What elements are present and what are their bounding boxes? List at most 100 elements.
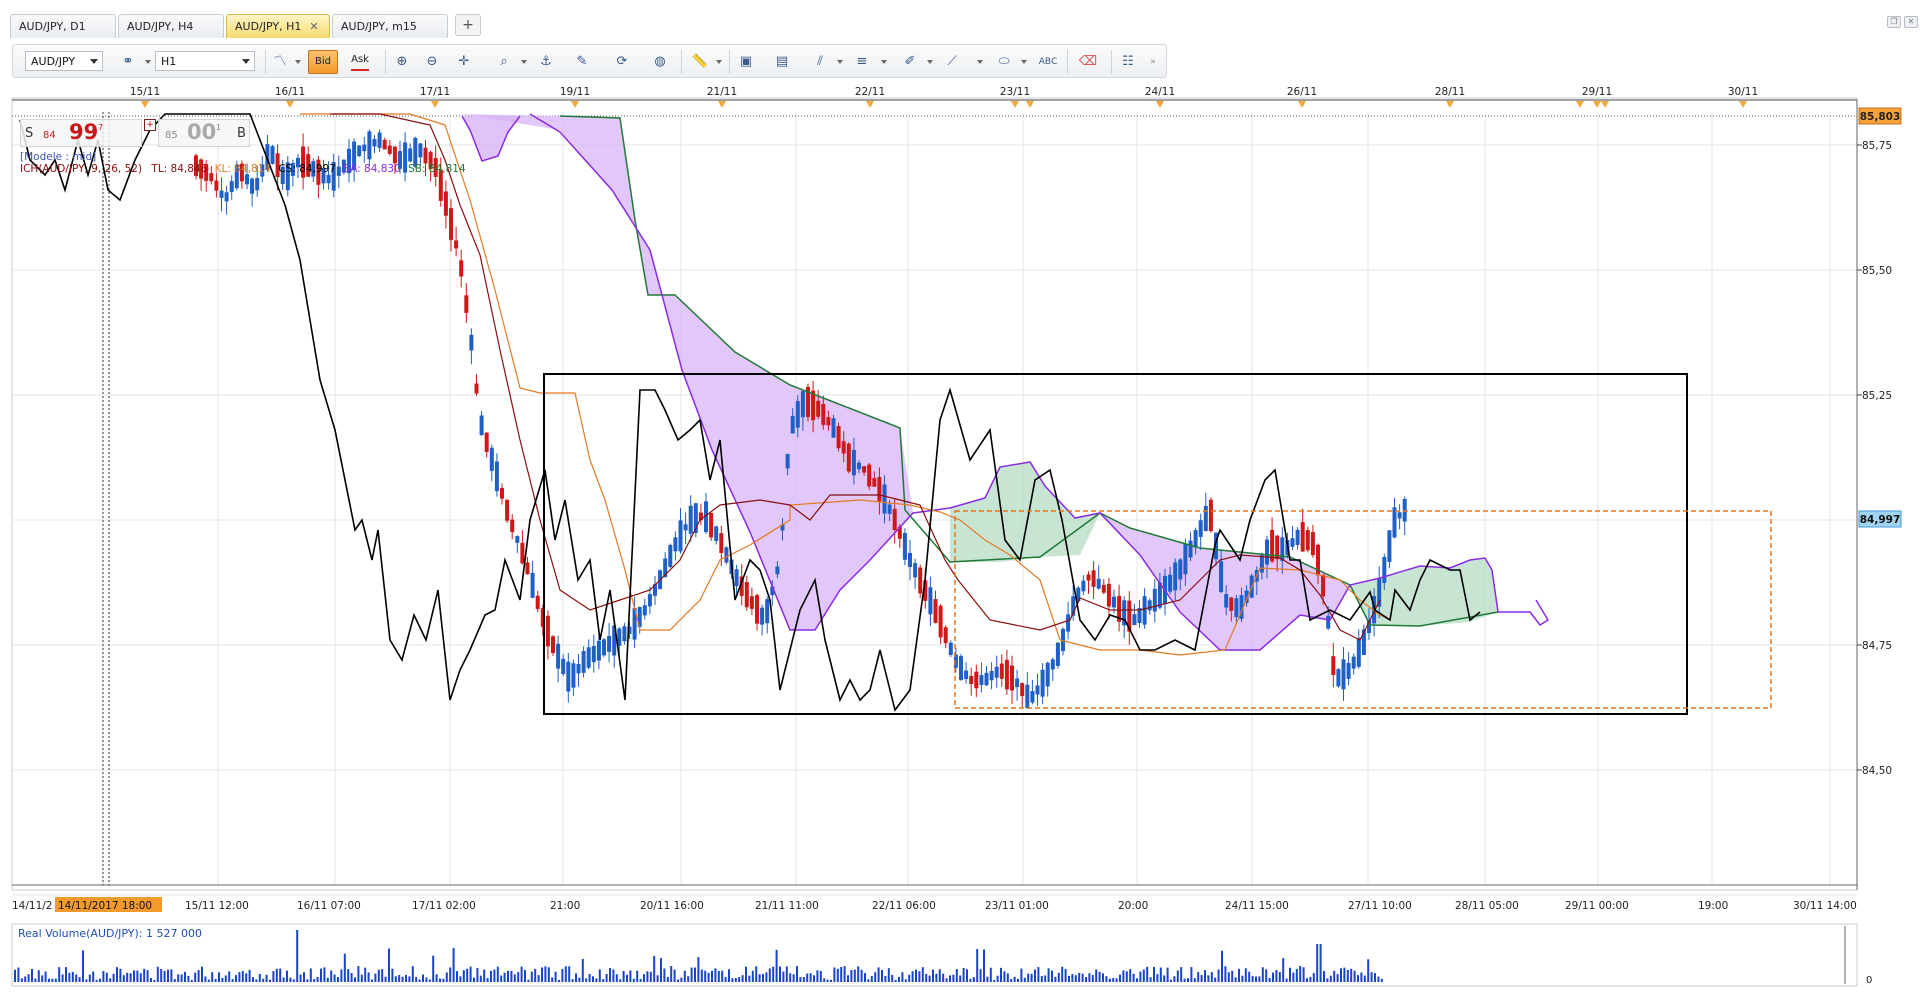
sell-price-big: 99 — [69, 120, 99, 144]
top-date-label: 23/11 — [1000, 86, 1030, 98]
price-chart[interactable]: 15/11 16/11 17/11 19/11 21/11 22/11 23/11 24/11… — [0, 0, 1930, 999]
volume-bar — [588, 973, 591, 982]
volume-bar — [1112, 978, 1115, 982]
candle-body — [377, 132, 382, 148]
volume-bar — [1136, 978, 1138, 982]
candle-body — [892, 508, 897, 530]
volume-bar — [942, 973, 945, 982]
volume-bar — [78, 977, 81, 982]
volume-bar — [1044, 975, 1047, 982]
time-tick-label: 14/11/2 — [12, 900, 52, 912]
volume-bar — [1251, 976, 1254, 982]
candle-body — [1142, 596, 1147, 625]
volume-bar — [1319, 944, 1322, 982]
current-price-tag-text: 84,997 — [1860, 514, 1901, 526]
volume-bar — [88, 974, 91, 982]
model-label: [Modele : mid] — [20, 151, 97, 163]
volume-bar — [541, 967, 543, 982]
volume-bar — [411, 966, 414, 982]
volume-bar — [1282, 958, 1285, 982]
time-tick-label: 20/11 16:00 — [640, 900, 704, 912]
volume-bar — [394, 976, 397, 982]
volume-bar — [1139, 971, 1142, 982]
volume-bar — [643, 974, 645, 982]
volume-bar — [364, 967, 367, 982]
volume-bar — [840, 967, 843, 982]
volume-bar — [136, 970, 139, 982]
volume-bar — [925, 973, 928, 982]
volume-bar — [867, 979, 870, 982]
volume-bar — [1333, 970, 1336, 982]
candle-body — [1356, 637, 1361, 667]
volume-bar — [629, 970, 632, 982]
candle-body — [841, 441, 846, 454]
volume-bar — [432, 955, 435, 982]
volume-bar — [503, 972, 506, 982]
volume-bar — [962, 968, 965, 982]
candle-body — [1259, 555, 1264, 573]
volume-bar — [34, 978, 37, 982]
volume-bar — [564, 966, 567, 982]
volume-bar — [282, 977, 285, 982]
candle-body — [1040, 669, 1045, 697]
candle-body — [1321, 574, 1326, 597]
volume-bar — [377, 969, 380, 982]
volume-bar — [959, 975, 962, 982]
volume-bar — [221, 977, 224, 982]
candle-body — [724, 547, 729, 563]
volume-bar — [670, 966, 673, 982]
candle-body — [576, 663, 581, 674]
candle-body — [1096, 578, 1101, 589]
volume-bar — [802, 977, 805, 982]
volume-bar — [398, 974, 401, 982]
candle-body — [1229, 597, 1234, 611]
candle-body — [372, 139, 377, 147]
volume-bar — [762, 974, 764, 982]
volume-bar — [1214, 977, 1217, 982]
volume-bar — [320, 968, 322, 982]
candle-body — [1203, 505, 1208, 531]
volume-bar — [163, 970, 166, 982]
time-tick-label: 24/11 15:00 — [1225, 900, 1289, 912]
price-tick-label: 85,75 — [1862, 140, 1892, 152]
volume-bar — [908, 974, 911, 982]
volume-bar — [632, 978, 635, 982]
volume-bar — [54, 978, 57, 982]
sell-panel[interactable]: S 84 99 7 — [20, 119, 142, 147]
volume-bar — [1258, 976, 1261, 982]
volume-bar — [830, 979, 832, 982]
volume-bar — [496, 966, 499, 982]
candle-body — [1305, 530, 1310, 551]
volume-bar — [598, 969, 601, 982]
volume-bar — [524, 970, 526, 982]
volume-bar — [1180, 967, 1183, 982]
candle-body — [1295, 529, 1300, 545]
candle-body — [668, 544, 673, 568]
one-click-trade-box[interactable]: S 84 99 7 85 00 1 B + — [20, 119, 250, 151]
volume-bar — [1217, 969, 1220, 982]
volume-bar — [17, 967, 20, 982]
volume-bar — [354, 977, 356, 982]
candle-body — [607, 636, 612, 652]
expand-icon[interactable]: + — [144, 119, 156, 131]
price-axis: 85,75 85,50 85,25 84,75 84,50 — [1857, 140, 1892, 777]
volume-bar — [1350, 968, 1353, 982]
volume-bar — [126, 972, 129, 982]
volume-bar — [745, 966, 747, 982]
volume-bar — [1302, 967, 1305, 982]
volume-bar — [789, 973, 792, 982]
buy-panel[interactable]: 85 00 1 B — [158, 119, 250, 147]
volume-bar — [187, 975, 190, 982]
candle-body — [846, 443, 851, 472]
volume-bar — [881, 969, 883, 982]
span-b-value: SB: 84,814 — [408, 163, 466, 175]
volume-bar — [660, 958, 662, 982]
volume-bar — [1357, 975, 1359, 982]
volume-bar — [1261, 967, 1264, 982]
volume-bar — [48, 978, 50, 982]
volume-bar — [768, 968, 771, 982]
volume-bar — [731, 978, 734, 982]
candle-body — [510, 519, 515, 533]
candle-body — [1198, 520, 1203, 537]
candle-body — [1010, 665, 1014, 691]
